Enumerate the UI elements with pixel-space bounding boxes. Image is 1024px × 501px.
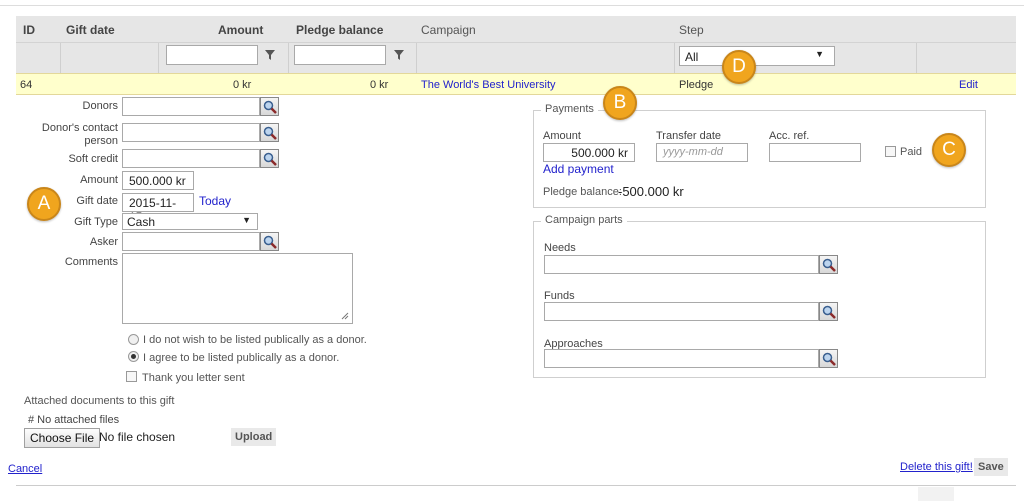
edit-link[interactable]: Edit	[959, 79, 978, 91]
transfer-date-label: Transfer date	[656, 130, 722, 142]
choose-file-button[interactable]: Choose File	[24, 428, 101, 448]
paid-label: Paid	[900, 146, 923, 158]
transfer-date-input[interactable]: yyyy-mm-dd	[656, 143, 748, 162]
soft-credit-label: Soft credit	[68, 153, 118, 165]
filter-row: All ▼	[16, 43, 1016, 73]
badge-c: C	[932, 133, 966, 167]
campaign-link[interactable]: The World's Best University	[421, 79, 556, 91]
listed-label: I agree to be listed publically as a don…	[143, 352, 340, 364]
column-pledge-balance[interactable]: Pledge balance	[296, 23, 383, 37]
paid-checkbox[interactable]	[885, 146, 896, 157]
column-amount[interactable]: Amount	[218, 23, 263, 37]
amount-input[interactable]: 500.000 kr	[122, 171, 194, 190]
amount-filter-input[interactable]	[166, 45, 258, 65]
payments-legend: Payments	[541, 103, 598, 115]
contact-label-2: person	[84, 135, 118, 147]
delete-gift-link[interactable]: Delete this gift!	[900, 461, 973, 473]
asker-label: Asker	[89, 236, 118, 248]
comments-textarea[interactable]	[122, 253, 353, 324]
no-attachments-text: # No attached files	[28, 414, 120, 426]
amount-label: Amount	[80, 174, 118, 186]
table-row[interactable]: 64 0 kr 0 kr The World's Best University…	[16, 73, 1016, 95]
scroll-shadow	[918, 487, 954, 501]
comments-label: Comments	[64, 256, 118, 268]
gift-type-select[interactable]: Cash ▼	[122, 213, 258, 230]
cancel-link[interactable]: Cancel	[8, 463, 42, 475]
thank-you-label: Thank you letter sent	[142, 372, 245, 384]
not-listed-radio[interactable]	[128, 334, 139, 345]
pledge-balance-value: -500.000 kr	[618, 184, 684, 199]
badge-d: D	[722, 50, 756, 84]
chevron-down-icon: ▼	[815, 49, 824, 59]
badge-b: B	[603, 86, 637, 120]
resize-grip-icon	[341, 312, 349, 320]
listed-radio[interactable]	[128, 351, 139, 362]
search-icon[interactable]	[260, 123, 279, 142]
row-pledge-balance: 0 kr	[370, 79, 389, 91]
not-listed-label: I do not wish to be listed publically as…	[143, 334, 367, 346]
soft-credit-input[interactable]	[122, 149, 260, 168]
row-id: 64	[20, 79, 33, 91]
column-gift-date[interactable]: Gift date	[66, 23, 115, 37]
search-icon[interactable]	[260, 97, 279, 116]
step-filter-value: All	[685, 50, 699, 64]
no-file-text: No file chosen	[99, 430, 176, 444]
attachments-title: Attached documents to this gift	[24, 395, 175, 407]
save-button[interactable]: Save	[974, 458, 1008, 476]
upload-button[interactable]: Upload	[231, 428, 277, 446]
donors-input[interactable]	[122, 97, 260, 116]
payment-amount-input[interactable]: 500.000 kr	[543, 143, 635, 162]
row-step: Pledge	[679, 79, 714, 91]
bottom-divider	[16, 485, 1016, 486]
funds-input[interactable]	[544, 302, 819, 321]
column-id[interactable]: ID	[23, 23, 35, 37]
column-step[interactable]: Step	[679, 23, 704, 37]
today-link[interactable]: Today	[199, 194, 231, 208]
payment-amount-label: Amount	[543, 130, 581, 142]
search-icon[interactable]	[819, 349, 838, 368]
funnel-icon[interactable]	[265, 49, 275, 63]
donors-label: Donors	[82, 100, 118, 112]
funds-label: Funds	[544, 290, 575, 302]
column-campaign[interactable]: Campaign	[421, 23, 476, 37]
contact-label: Donor's contact	[41, 122, 118, 134]
acc-ref-label: Acc. ref.	[769, 130, 810, 142]
row-amount: 0 kr	[233, 79, 252, 91]
approaches-input[interactable]	[544, 349, 819, 368]
step-filter-select[interactable]: All ▼	[679, 46, 835, 66]
gift-type-value: Cash	[127, 215, 156, 229]
search-icon[interactable]	[819, 302, 838, 321]
acc-ref-input[interactable]	[769, 143, 861, 162]
needs-input[interactable]	[544, 255, 819, 274]
needs-label: Needs	[544, 242, 576, 254]
funnel-icon[interactable]	[394, 49, 404, 63]
badge-a: A	[27, 187, 61, 221]
pledge-balance-label: Pledge balance:	[543, 186, 622, 198]
thank-you-checkbox[interactable]	[126, 371, 137, 382]
chevron-down-icon: ▼	[242, 215, 251, 225]
search-icon[interactable]	[260, 149, 279, 168]
pledge-balance-filter-input[interactable]	[294, 45, 386, 65]
gift-date-input[interactable]: 2015-11-15	[122, 193, 194, 224]
contact-person-input[interactable]	[122, 123, 260, 142]
top-border	[0, 0, 1024, 6]
asker-input[interactable]	[122, 232, 260, 251]
search-icon[interactable]	[819, 255, 838, 274]
table-header: ID Gift date Amount Pledge balance Campa…	[16, 16, 1016, 43]
search-icon[interactable]	[260, 232, 279, 251]
campaign-parts-legend: Campaign parts	[541, 214, 627, 226]
add-payment-link[interactable]: Add payment	[543, 162, 614, 176]
